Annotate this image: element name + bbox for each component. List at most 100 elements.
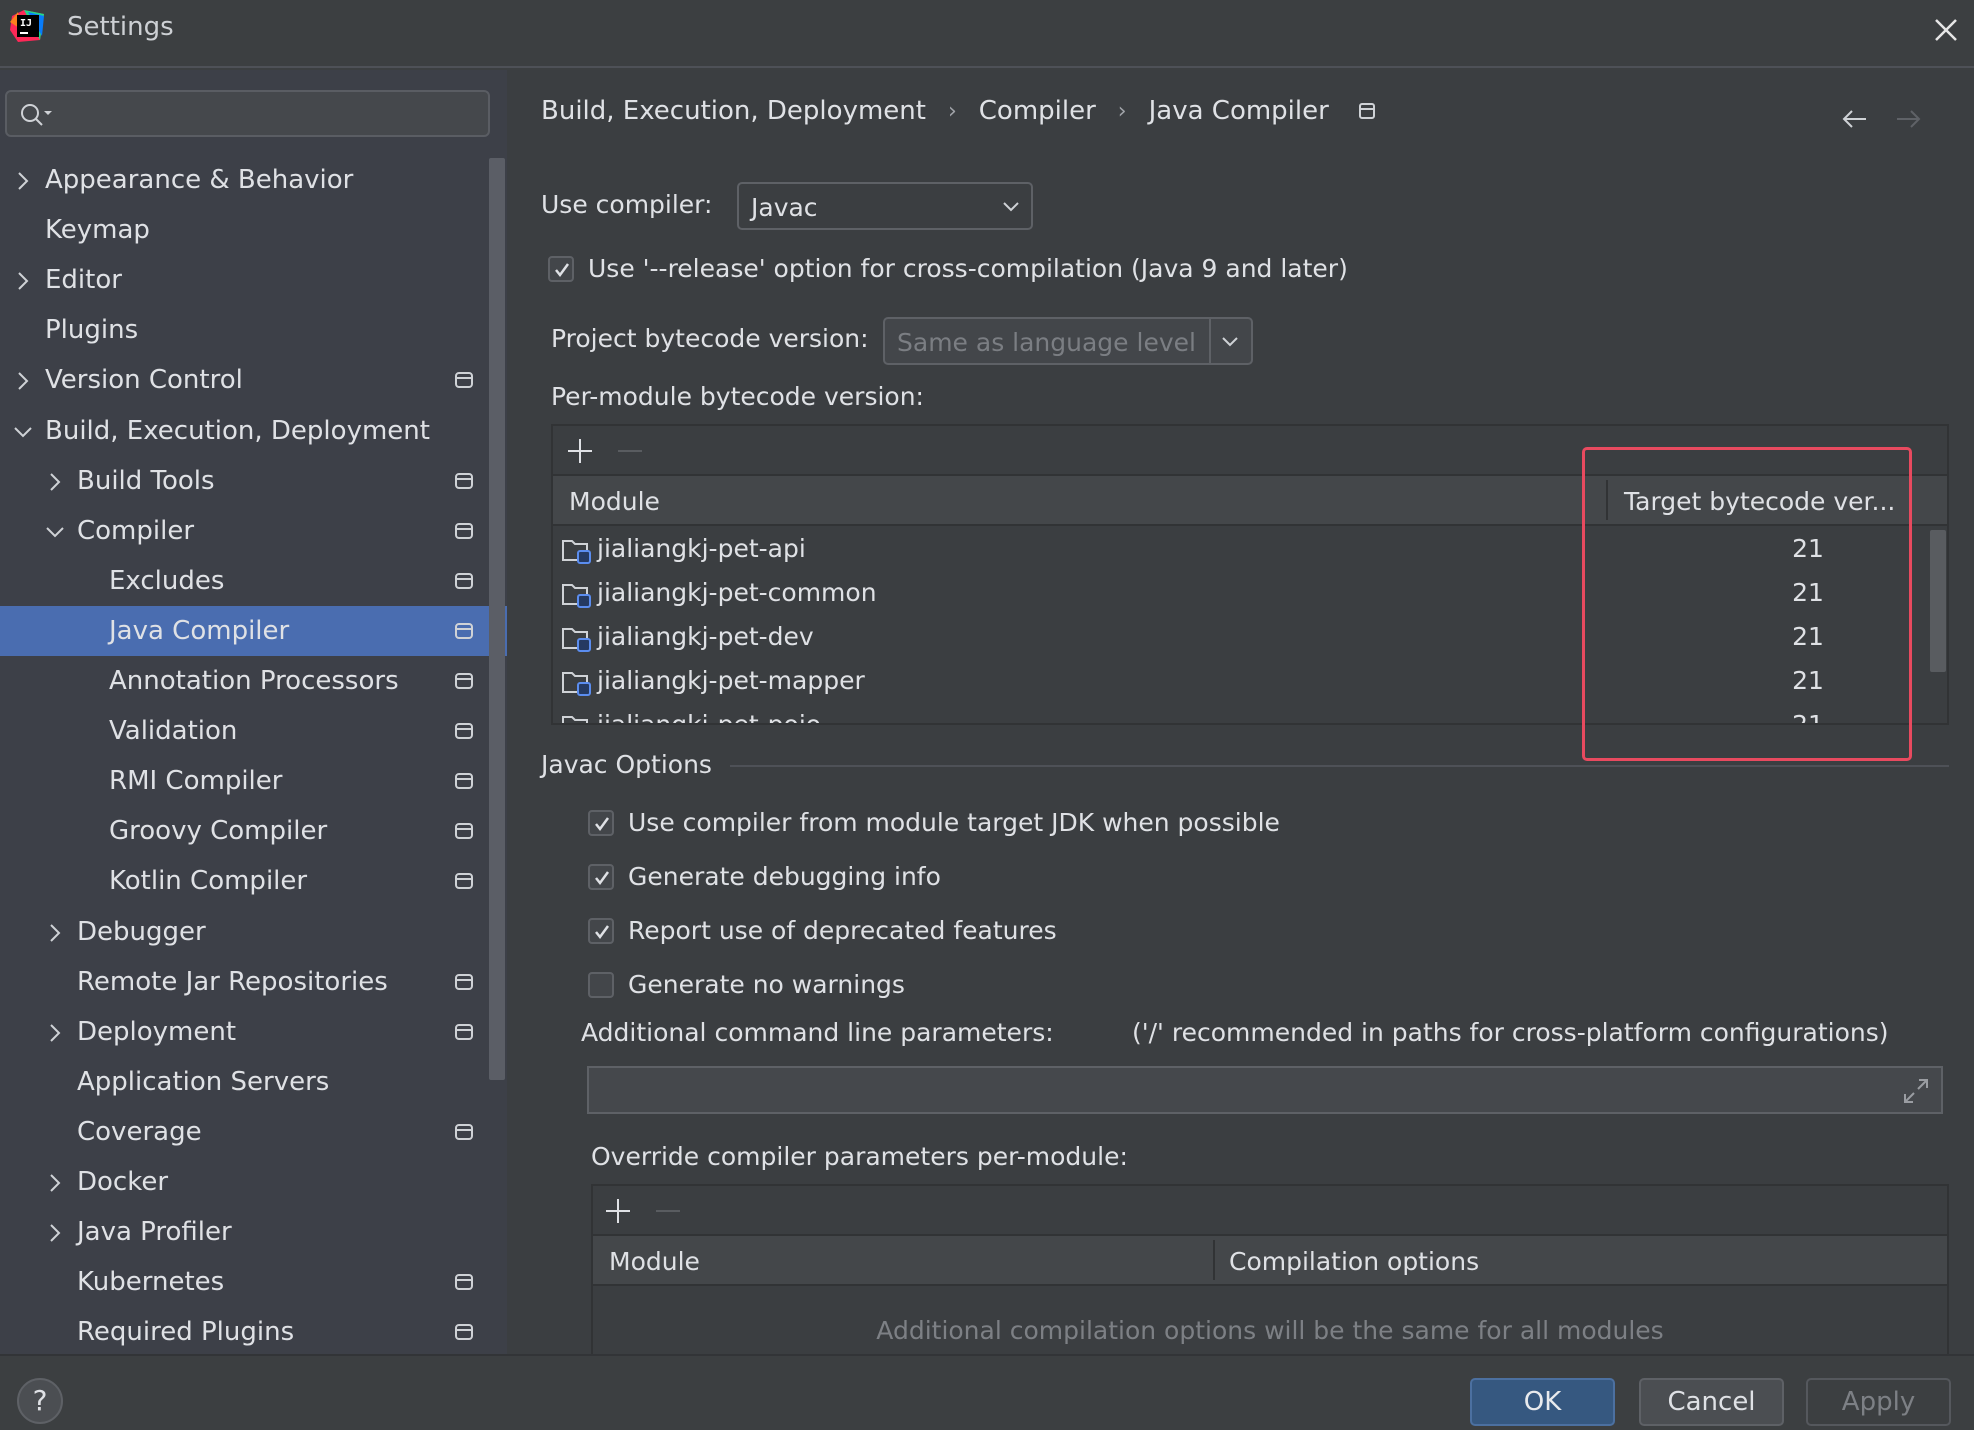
sidebar-item-label: Java Profiler bbox=[77, 1217, 232, 1248]
additional-params-input[interactable] bbox=[587, 1066, 1943, 1114]
sidebar-item[interactable]: Compiler bbox=[0, 506, 507, 556]
sidebar-item[interactable]: Annotation Processors bbox=[0, 656, 507, 706]
sidebar-item[interactable]: Deployment bbox=[0, 1007, 507, 1057]
sidebar-item-label: Java Compiler bbox=[109, 615, 290, 646]
per-module-bytecode-label: Per-module bytecode version: bbox=[551, 382, 924, 411]
sidebar-item-label: Plugins bbox=[45, 315, 139, 346]
chevron-right-icon[interactable] bbox=[44, 1171, 66, 1193]
sidebar-item[interactable]: Plugins bbox=[0, 305, 507, 355]
remove-override-button[interactable] bbox=[655, 1198, 681, 1224]
add-module-button[interactable] bbox=[567, 438, 593, 464]
target-bytecode-version[interactable]: 21 bbox=[1743, 710, 1873, 723]
chevron-right-icon[interactable] bbox=[44, 1021, 66, 1043]
target-bytecode-version[interactable]: 21 bbox=[1743, 578, 1873, 607]
column-header-compilation-options[interactable]: Compilation options bbox=[1229, 1247, 1479, 1276]
table-header: Module Target bytecode ver... bbox=[553, 476, 1947, 526]
breadcrumb-item[interactable]: Compiler bbox=[979, 96, 1096, 126]
sidebar-item[interactable]: Keymap bbox=[0, 205, 507, 255]
breadcrumb-item[interactable]: Build, Execution, Deployment bbox=[541, 96, 926, 126]
chevron-right-icon[interactable] bbox=[12, 169, 34, 191]
sidebar-item[interactable]: Version Control bbox=[0, 355, 507, 405]
sidebar-item[interactable]: Kubernetes bbox=[0, 1257, 507, 1307]
sidebar-item[interactable]: Java Profiler bbox=[0, 1207, 507, 1257]
chevron-right-icon[interactable] bbox=[44, 921, 66, 943]
sidebar-item[interactable]: Kotlin Compiler bbox=[0, 856, 507, 906]
plus-icon bbox=[568, 439, 592, 463]
sidebar-item[interactable]: Java Compiler bbox=[0, 605, 507, 656]
back-button[interactable] bbox=[1840, 104, 1870, 134]
intellij-logo-icon: IJ bbox=[10, 10, 44, 42]
project-bytecode-label: Project bytecode version: bbox=[551, 324, 869, 353]
chevron-right-icon[interactable] bbox=[12, 369, 34, 391]
sidebar-item[interactable]: RMI Compiler bbox=[0, 756, 507, 806]
close-button[interactable] bbox=[1930, 14, 1962, 46]
expand-button[interactable] bbox=[1901, 1076, 1931, 1106]
chevron-right-icon[interactable] bbox=[44, 470, 66, 492]
arrow-right-icon bbox=[1897, 110, 1921, 128]
sidebar-item[interactable]: Remote Jar Repositories bbox=[0, 957, 507, 1007]
sidebar-item[interactable]: Build, Execution, Deployment bbox=[0, 406, 507, 456]
table-row[interactable]: jialiangkj-pet-mapper 21 bbox=[553, 660, 1919, 704]
chevron-down-icon[interactable] bbox=[44, 520, 66, 542]
column-header-target-bytecode[interactable]: Target bytecode ver... bbox=[1624, 487, 1895, 516]
column-separator[interactable] bbox=[1213, 1240, 1215, 1280]
release-option-checkbox[interactable] bbox=[548, 256, 574, 282]
project-scope-icon bbox=[455, 1274, 473, 1291]
help-button[interactable]: ? bbox=[17, 1378, 63, 1424]
search-icon bbox=[21, 104, 52, 126]
table-scrollbar[interactable] bbox=[1930, 530, 1946, 672]
table-header: Module Compilation options bbox=[593, 1236, 1947, 1286]
target-bytecode-version[interactable]: 21 bbox=[1743, 534, 1873, 563]
chevron-down-icon[interactable] bbox=[12, 420, 34, 442]
apply-button[interactable]: Apply bbox=[1806, 1378, 1951, 1426]
module-folder-icon bbox=[561, 714, 593, 723]
target-bytecode-version[interactable]: 21 bbox=[1743, 622, 1873, 651]
project-scope-icon bbox=[455, 372, 473, 389]
javac-option-checkbox[interactable] bbox=[588, 972, 614, 998]
sidebar-item[interactable]: Excludes bbox=[0, 556, 507, 606]
table-row[interactable]: jialiangkj-pet-common 21 bbox=[553, 572, 1919, 616]
target-bytecode-version[interactable]: 21 bbox=[1743, 666, 1873, 695]
forward-button[interactable] bbox=[1893, 104, 1923, 134]
chevron-right-icon[interactable] bbox=[44, 1221, 66, 1243]
project-bytecode-dropdown[interactable]: Same as language level bbox=[883, 317, 1253, 365]
table-row[interactable]: jialiangkj-pet-api 21 bbox=[553, 528, 1919, 572]
sidebar-item[interactable]: Appearance & Behavior bbox=[0, 155, 507, 205]
column-separator[interactable] bbox=[1606, 480, 1608, 520]
module-folder-icon bbox=[561, 582, 593, 608]
column-header-module[interactable]: Module bbox=[609, 1247, 700, 1276]
sidebar-item[interactable]: Debugger bbox=[0, 907, 507, 957]
table-row[interactable]: jialiangkj-pet-dev 21 bbox=[553, 616, 1919, 660]
search-field[interactable] bbox=[57, 98, 477, 130]
empty-table-text: Additional compilation options will be t… bbox=[876, 1316, 1664, 1345]
dropdown-divider bbox=[1209, 319, 1211, 363]
expand-icon bbox=[1904, 1079, 1928, 1103]
checkmark-icon bbox=[595, 817, 610, 832]
project-scope-icon bbox=[455, 973, 473, 990]
sidebar-scrollbar[interactable] bbox=[489, 158, 505, 1080]
override-params-table: Module Compilation options Additional co… bbox=[591, 1184, 1949, 1356]
remove-module-button[interactable] bbox=[617, 438, 643, 464]
sidebar-item[interactable]: Coverage bbox=[0, 1107, 507, 1157]
chevron-right-icon[interactable] bbox=[12, 269, 34, 291]
javac-option-checkbox[interactable] bbox=[588, 918, 614, 944]
project-scope-icon bbox=[455, 873, 473, 890]
svg-text:IJ: IJ bbox=[20, 18, 32, 29]
cancel-button[interactable]: Cancel bbox=[1639, 1378, 1784, 1426]
column-header-module[interactable]: Module bbox=[569, 487, 660, 516]
table-row[interactable]: jialiangkj-pet-pojo 21 bbox=[553, 704, 1919, 723]
module-name: jialiangkj-pet-mapper bbox=[597, 666, 865, 695]
javac-option-checkbox[interactable] bbox=[588, 864, 614, 890]
use-compiler-dropdown[interactable]: Javac bbox=[737, 182, 1033, 230]
add-override-button[interactable] bbox=[605, 1198, 631, 1224]
sidebar-item[interactable]: Build Tools bbox=[0, 456, 507, 506]
ok-button[interactable]: OK bbox=[1470, 1378, 1615, 1426]
sidebar-item[interactable]: Validation bbox=[0, 706, 507, 756]
settings-search-input[interactable] bbox=[5, 90, 490, 137]
sidebar-item[interactable]: Docker bbox=[0, 1157, 507, 1207]
sidebar-item[interactable]: Editor bbox=[0, 255, 507, 305]
sidebar-item[interactable]: Required Plugins bbox=[0, 1307, 507, 1357]
javac-option-checkbox[interactable] bbox=[588, 810, 614, 836]
sidebar-item[interactable]: Application Servers bbox=[0, 1057, 507, 1107]
sidebar-item[interactable]: Groovy Compiler bbox=[0, 806, 507, 856]
